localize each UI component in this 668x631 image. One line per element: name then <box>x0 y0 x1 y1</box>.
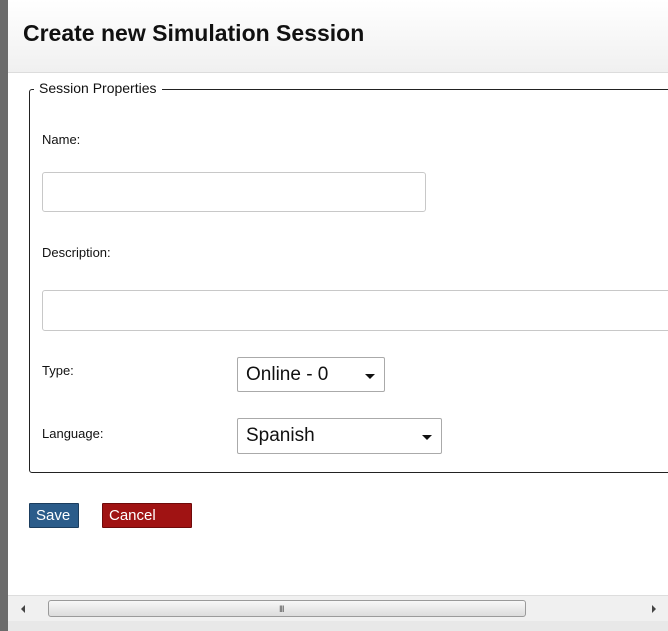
scroll-left-arrow-icon[interactable] <box>21 605 25 613</box>
save-button[interactable]: Save <box>29 503 79 528</box>
scroll-right-arrow-icon[interactable] <box>652 605 656 613</box>
session-properties-fieldset: Session Properties Name: Description: Ty… <box>29 80 668 473</box>
chevron-down-icon <box>422 435 432 440</box>
language-label: Language: <box>42 426 104 441</box>
type-select[interactable]: Online - 0 <box>237 357 385 392</box>
horizontal-scrollbar[interactable]: III <box>8 595 668 622</box>
type-select-value: Online - 0 <box>246 364 329 385</box>
dialog-bottom-edge <box>8 621 668 631</box>
scrollbar-grip-icon: III <box>279 604 284 614</box>
description-input[interactable] <box>42 290 668 331</box>
language-select-value: Spanish <box>246 425 315 446</box>
dialog-titlebar: Create new Simulation Session <box>8 0 668 73</box>
language-select[interactable]: Spanish <box>237 418 442 454</box>
type-label: Type: <box>42 363 74 378</box>
scrollbar-thumb[interactable]: III <box>48 600 526 617</box>
description-label: Description: <box>42 245 111 260</box>
cancel-button[interactable]: Cancel <box>102 503 192 528</box>
dialog: Create new Simulation Session Session Pr… <box>8 0 668 631</box>
fieldset-legend: Session Properties <box>34 80 162 96</box>
chevron-down-icon <box>365 374 375 379</box>
name-input[interactable] <box>42 172 426 212</box>
dialog-title: Create new Simulation Session <box>23 20 365 46</box>
name-label: Name: <box>42 132 81 147</box>
